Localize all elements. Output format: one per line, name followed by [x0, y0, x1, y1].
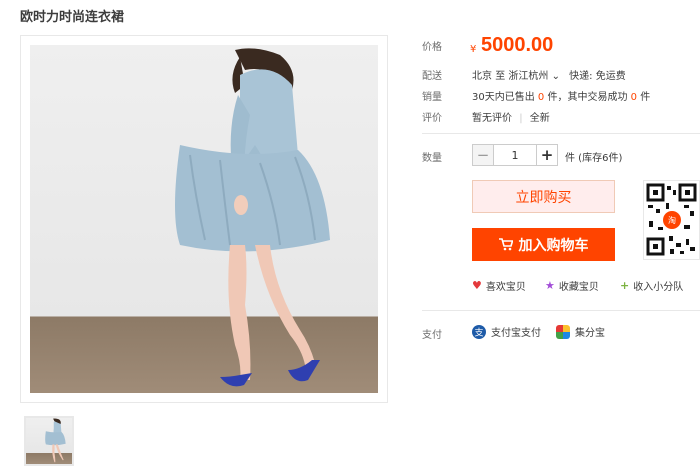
decrease-button[interactable]: −	[472, 144, 494, 166]
cart-icon	[498, 238, 513, 251]
plus-icon: +	[620, 279, 630, 292]
price-label: 价格	[422, 42, 442, 53]
shipping-info: 北京 至 浙江杭州 ⌄ 快递: 免运费	[472, 67, 626, 82]
alipay-icon: 支	[472, 324, 486, 339]
review-info: 暂无评价 | 全新	[472, 109, 550, 124]
add-to-album-link[interactable]: + 收入小分队	[620, 278, 683, 293]
thumbnail-1[interactable]	[24, 416, 74, 466]
alipay-label: 支付宝支付	[491, 328, 541, 339]
review-divider: |	[519, 113, 523, 124]
svg-text:淘: 淘	[668, 215, 676, 225]
like-link[interactable]: ♥ 喜欢宝贝	[472, 278, 526, 293]
svg-text:支: 支	[474, 326, 483, 338]
add-to-cart-button[interactable]: 加入购物车	[472, 228, 615, 261]
like-label: 喜欢宝贝	[485, 282, 526, 293]
add-to-cart-label: 加入购物车	[518, 237, 589, 254]
sales-success-count: 0	[630, 92, 638, 103]
main-image-frame[interactable]	[20, 35, 388, 403]
payment-label: 支付	[422, 330, 442, 341]
quantity-input[interactable]: 1	[494, 144, 536, 166]
qr-code: 淘	[643, 180, 700, 260]
price-currency: ¥	[470, 44, 477, 55]
increase-button[interactable]: +	[536, 144, 558, 166]
buy-now-button[interactable]: 立即购买	[472, 180, 615, 213]
divider	[422, 133, 700, 134]
shipping-from: 北京	[472, 71, 492, 82]
add-to-album-label: 收入小分队	[633, 282, 684, 293]
item-condition: 全新	[529, 113, 550, 124]
quantity-label: 数量	[422, 153, 442, 164]
alipay-option[interactable]: 支 支付宝支付	[472, 324, 541, 339]
jifenbao-icon	[556, 324, 570, 339]
heart-icon: ♥	[472, 279, 482, 292]
sales-sold-count: 0	[537, 92, 545, 103]
quantity-stepper: − 1 +	[472, 144, 558, 166]
sales-suffix: 件	[640, 92, 651, 103]
product-title: 欧时力时尚连衣裙	[20, 10, 125, 25]
sales-prefix: 30天内已售出	[472, 92, 535, 103]
jifenbao-label: 集分宝	[575, 328, 605, 339]
product-photo	[30, 45, 378, 393]
review-label: 评价	[422, 113, 442, 124]
chevron-down-icon[interactable]: ⌄	[552, 71, 560, 82]
shipping-fee: 快递: 免运费	[569, 71, 626, 82]
review-none[interactable]: 暂无评价	[472, 113, 512, 124]
star-icon: ★	[545, 279, 555, 292]
divider	[422, 310, 700, 311]
shipping-label: 配送	[422, 71, 442, 82]
price-value: 5000.00	[481, 34, 554, 56]
favorite-link[interactable]: ★ 收藏宝贝	[545, 278, 599, 293]
stock-info: 件 (库存6件)	[565, 153, 623, 164]
jifenbao-option[interactable]: 集分宝	[556, 324, 605, 339]
favorite-label: 收藏宝贝	[558, 282, 599, 293]
shipping-to-word: 至	[495, 71, 506, 82]
sales-info: 30天内已售出 0 件，其中交易成功 0 件	[472, 88, 650, 103]
sales-label: 销量	[422, 92, 442, 103]
shipping-destination[interactable]: 浙江杭州	[508, 71, 548, 82]
sales-mid: 件，其中交易成功	[547, 92, 628, 103]
